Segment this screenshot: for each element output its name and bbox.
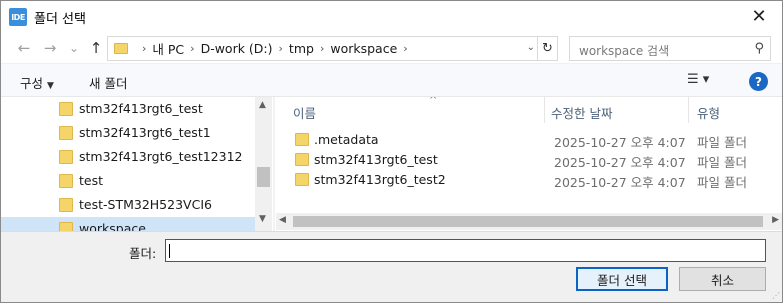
file-list: 이름 ^ 수정한 날짜 유형 .metadata 2025-10-27 오후 4… (276, 97, 782, 231)
folder-icon (59, 150, 73, 164)
breadcrumb-separator[interactable]: › (279, 42, 283, 55)
folder-icon (59, 102, 73, 116)
breadcrumb-workspace[interactable]: workspace (330, 41, 397, 56)
refresh-icon[interactable]: ↻ (537, 37, 557, 60)
address-bar[interactable]: › 내 PC › D-work (D:) › tmp › workspace ›… (107, 36, 558, 61)
file-name: .metadata (314, 132, 379, 147)
folder-icon (295, 173, 309, 186)
column-header-date[interactable]: 수정한 날짜 (551, 97, 691, 123)
tree-item-selected[interactable]: workspace (1, 217, 255, 231)
tree-item-label: test (79, 173, 104, 188)
list-horizontal-scrollbar[interactable]: ◀ ▶ (276, 213, 782, 230)
sort-ascending-icon: ^ (429, 97, 438, 106)
pane-divider[interactable] (273, 97, 275, 231)
tree-item-label: workspace (79, 221, 146, 231)
address-dropdown-icon[interactable]: ⌄ (527, 42, 535, 53)
column-divider[interactable] (688, 97, 689, 123)
file-type: 파일 폴더 (697, 155, 747, 170)
command-toolbar: 구성 ▼ 새 폴더 ☰ ▾ ? (1, 63, 782, 97)
forward-arrow-icon[interactable]: → (39, 37, 61, 59)
tree-item-label: stm32f413rgt6_test12312 (79, 149, 243, 164)
new-folder-button[interactable]: 새 폴더 (89, 73, 127, 92)
column-divider[interactable] (544, 97, 545, 123)
file-row[interactable]: stm32f413rgt6_test 2025-10-27 오후 4:07 파일… (276, 150, 782, 170)
breadcrumb-drive[interactable]: D-work (D:) (201, 41, 273, 56)
scroll-thumb[interactable] (293, 216, 763, 227)
text-cursor (169, 244, 170, 258)
file-date: 2025-10-27 오후 4:07 (554, 175, 686, 190)
folder-icon (295, 153, 309, 166)
search-box[interactable]: workspace 검색 ⚲ (569, 36, 771, 61)
scroll-down-icon[interactable]: ▼ (259, 214, 266, 224)
folder-icon (59, 174, 73, 188)
folder-icon (114, 43, 128, 54)
tree-item[interactable]: stm32f413rgt6_test12312 (1, 145, 255, 169)
folder-field-label: 폴더: (129, 246, 157, 261)
folder-picker-dialog: IDE 폴더 선택 ✕ ← → ⌄ ↑ › 내 PC › D-work (D:)… (0, 0, 783, 303)
tree-item[interactable]: test (1, 169, 255, 193)
column-header-name[interactable]: 이름 ^ (293, 97, 549, 123)
tree-item[interactable]: stm32f413rgt6_test1 (1, 121, 255, 145)
folder-icon (59, 198, 73, 212)
organize-button[interactable]: 구성 ▼ (20, 73, 54, 92)
scroll-left-icon[interactable]: ◀ (279, 215, 286, 225)
file-name: stm32f413rgt6_test2 (314, 172, 446, 187)
tree-item[interactable]: test-STM32H523VCI6 (1, 193, 255, 217)
scroll-up-icon[interactable]: ▲ (259, 100, 266, 110)
breadcrumb-separator: › (142, 42, 147, 55)
breadcrumb-separator[interactable]: › (320, 42, 324, 55)
select-folder-button[interactable]: 폴더 선택 (576, 267, 668, 291)
organize-label: 구성 (20, 76, 44, 91)
chevron-down-icon: ▼ (47, 81, 54, 91)
recent-locations-icon[interactable]: ⌄ (63, 37, 85, 59)
breadcrumb-this-pc[interactable]: 내 PC (152, 39, 184, 58)
file-row[interactable]: stm32f413rgt6_test2 2025-10-27 오후 4:07 파… (276, 170, 782, 190)
resize-grip-icon[interactable]: ⋰ (772, 291, 780, 300)
tree-item-label: stm32f413rgt6_test1 (79, 125, 211, 140)
help-icon[interactable]: ? (749, 72, 768, 91)
dialog-footer: 폴더: 폴더 선택 취소 ⋰ (1, 231, 782, 302)
folder-icon (59, 126, 73, 140)
dialog-title: 폴더 선택 (34, 12, 86, 27)
file-row[interactable]: .metadata 2025-10-27 오후 4:07 파일 폴더 (276, 130, 782, 150)
file-name: stm32f413rgt6_test (314, 152, 438, 167)
column-header-type[interactable]: 유형 (697, 97, 777, 123)
folder-icon (295, 133, 309, 146)
cancel-button[interactable]: 취소 (679, 267, 766, 291)
tree-item-label: test-STM32H523VCI6 (79, 197, 212, 212)
tree-scrollbar[interactable]: ▲ ▼ (255, 97, 272, 231)
scroll-right-icon[interactable]: ▶ (772, 215, 779, 225)
search-icon[interactable]: ⚲ (754, 41, 764, 56)
folder-icon (59, 222, 73, 231)
file-date: 2025-10-27 오후 4:07 (554, 135, 686, 150)
column-name-label: 이름 (293, 106, 317, 121)
folder-name-input[interactable] (165, 239, 766, 262)
scroll-thumb[interactable] (257, 167, 270, 187)
search-input[interactable]: workspace 검색 (579, 42, 669, 59)
file-type: 파일 폴더 (697, 135, 747, 150)
up-arrow-icon[interactable]: ↑ (85, 37, 107, 59)
view-options-icon[interactable]: ☰ ▾ (687, 72, 709, 87)
breadcrumb-separator[interactable]: › (190, 42, 194, 55)
navigation-bar: ← → ⌄ ↑ › 내 PC › D-work (D:) › tmp › wor… (1, 33, 782, 63)
file-date: 2025-10-27 오후 4:07 (554, 155, 686, 170)
folder-tree: stm32f413rgt6_test stm32f413rgt6_test1 s… (1, 97, 273, 231)
file-type: 파일 폴더 (697, 175, 747, 190)
back-arrow-icon[interactable]: ← (13, 37, 35, 59)
breadcrumb-separator[interactable]: › (403, 42, 407, 55)
close-button[interactable]: ✕ (736, 1, 782, 31)
ide-app-icon: IDE (9, 8, 27, 26)
title-bar: IDE 폴더 선택 ✕ (1, 1, 782, 33)
breadcrumb-tmp[interactable]: tmp (289, 41, 314, 56)
tree-item-label: stm32f413rgt6_test (79, 101, 203, 116)
tree-item[interactable]: stm32f413rgt6_test (1, 97, 255, 121)
